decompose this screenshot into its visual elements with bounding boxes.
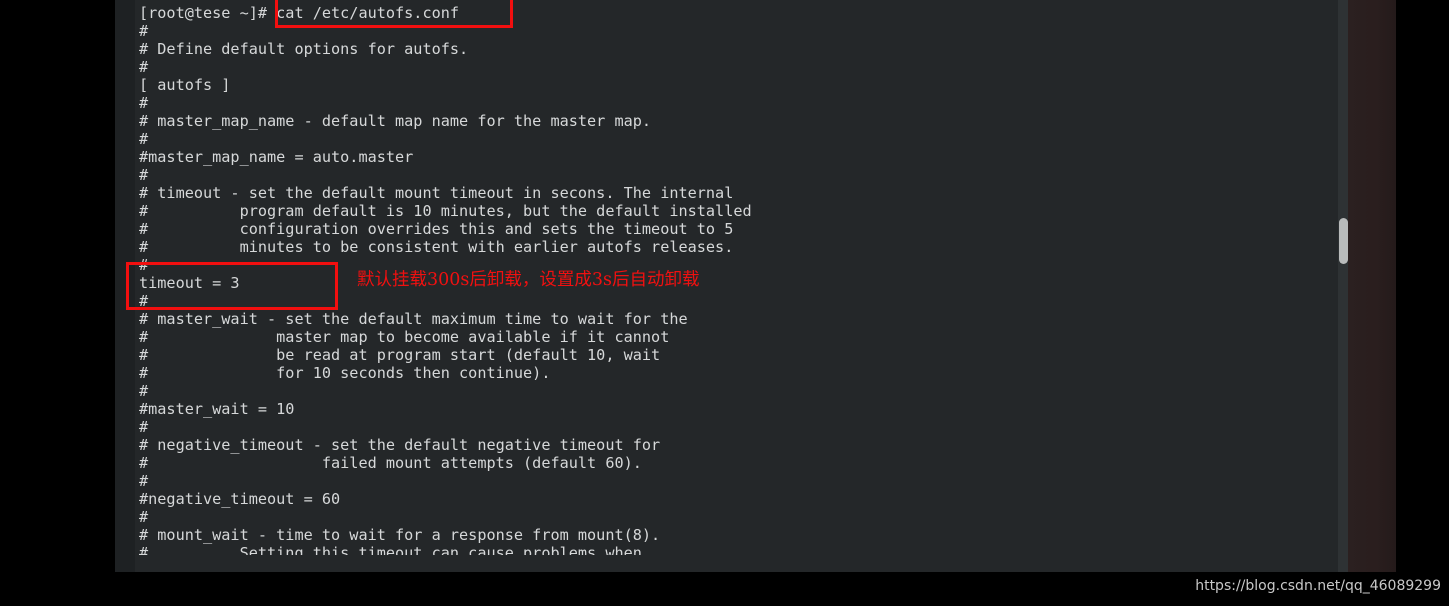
terminal-line: #: [139, 256, 149, 274]
terminal-line: # for 10 seconds then continue).: [139, 364, 551, 382]
terminal-line: # failed mount attempts (default 60).: [139, 454, 642, 472]
terminal-line: # Define default options for autofs.: [139, 40, 469, 58]
terminal-line-timeout-setting: timeout = 3: [139, 274, 240, 292]
terminal-line: # master map to become available if it c…: [139, 328, 670, 346]
terminal-output-area[interactable]: [root@tese ~]# cat /etc/autofs.conf # # …: [139, 0, 1329, 572]
terminal-line: # negative_timeout - set the default neg…: [139, 436, 661, 454]
terminal-line: #master_map_name = auto.master: [139, 148, 414, 166]
terminal-line: #: [139, 166, 149, 184]
terminal-line: #: [139, 508, 149, 526]
annotation-note-text: 默认挂载300s后卸载，设置成3s后自动卸载: [357, 270, 700, 290]
terminal-line: #: [139, 22, 149, 40]
terminal-line-partial-bottom: # Setting this timeout can cause problem…: [139, 544, 642, 555]
watermark-url: https://blog.csdn.net/qq_46089299: [1195, 578, 1441, 594]
terminal-line: # program default is 10 minutes, but the…: [139, 202, 752, 220]
terminal-line: #master_wait = 10: [139, 400, 295, 418]
terminal-line: # timeout - set the default mount timeou…: [139, 184, 734, 202]
terminal-scrollbar-thumb[interactable]: [1339, 218, 1348, 264]
terminal-line: #: [139, 58, 149, 76]
terminal-line: # master_map_name - default map name for…: [139, 112, 652, 130]
terminal-line: #: [139, 472, 149, 490]
terminal-line: #: [139, 94, 149, 112]
terminal-scrollbar-track[interactable]: [1338, 0, 1348, 572]
desktop-background-band: [1346, 0, 1396, 572]
terminal-line: #: [139, 292, 149, 310]
terminal-line: # master_wait - set the default maximum …: [139, 310, 688, 328]
terminal-line: #: [139, 130, 149, 148]
terminal-window[interactable]: [root@tese ~]# cat /etc/autofs.conf # # …: [115, 0, 1348, 572]
terminal-line: # mount_wait - time to wait for a respon…: [139, 526, 661, 544]
terminal-left-gutter: [115, 0, 135, 572]
terminal-line: # configuration overrides this and sets …: [139, 220, 734, 238]
screenshot-root: [root@tese ~]# cat /etc/autofs.conf # # …: [0, 0, 1449, 606]
terminal-line: #negative_timeout = 60: [139, 490, 341, 508]
terminal-line: # be read at program start (default 10, …: [139, 346, 661, 364]
terminal-line: [ autofs ]: [139, 76, 231, 94]
terminal-line: # minutes to be consistent with earlier …: [139, 238, 734, 256]
terminal-line: #: [139, 418, 149, 436]
terminal-line: #: [139, 382, 149, 400]
terminal-line-prompt-command: [root@tese ~]# cat /etc/autofs.conf: [139, 4, 460, 22]
